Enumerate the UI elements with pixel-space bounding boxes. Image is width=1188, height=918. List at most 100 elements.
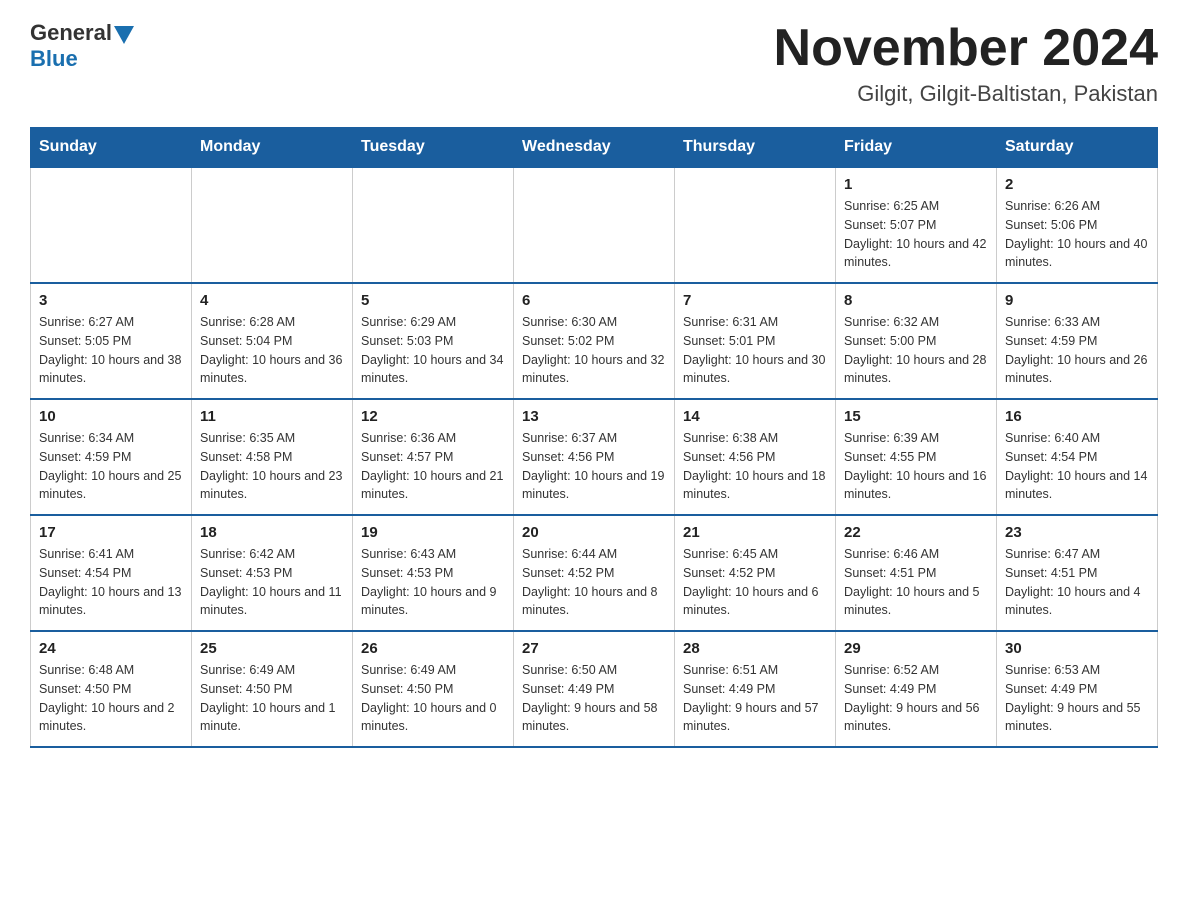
day-number: 8 <box>844 292 988 309</box>
day-number: 30 <box>1005 640 1149 657</box>
day-number: 2 <box>1005 176 1149 193</box>
day-info: Sunrise: 6:41 AM Sunset: 4:54 PM Dayligh… <box>39 545 183 620</box>
weekday-header-friday: Friday <box>836 128 997 168</box>
day-info: Sunrise: 6:28 AM Sunset: 5:04 PM Dayligh… <box>200 313 344 388</box>
calendar-cell: 9Sunrise: 6:33 AM Sunset: 4:59 PM Daylig… <box>997 283 1158 399</box>
calendar-cell <box>514 167 675 283</box>
logo-blue: Blue <box>30 46 134 72</box>
calendar-week-row: 24 Sunrise: 6:48 AM Sunset: 4:50 PM Dayli… <box>31 631 1158 747</box>
logo-general: General <box>30 20 112 46</box>
day-info: Sunrise: 6:40 AM Sunset: 4:54 PM Dayligh… <box>1005 429 1149 504</box>
day-info: Sunrise: 6:51 AM Sunset: 4:49 PM Dayligh… <box>683 661 827 736</box>
calendar-cell <box>675 167 836 283</box>
logo: General Blue <box>30 20 134 72</box>
day-number: 29 <box>844 640 988 657</box>
location-title: Gilgit, Gilgit-Baltistan, Pakistan <box>774 81 1158 107</box>
day-info: Sunrise: 6:34 AM Sunset: 4:59 PM Dayligh… <box>39 429 183 504</box>
calendar-cell: 19Sunrise: 6:43 AM Sunset: 4:53 PM Dayli… <box>353 515 514 631</box>
calendar-week-row: 3 Sunrise: 6:27 AM Sunset: 5:05 PM Daylig… <box>31 283 1158 399</box>
calendar-cell: 4Sunrise: 6:28 AM Sunset: 5:04 PM Daylig… <box>192 283 353 399</box>
calendar-cell: 12 Sunrise: 6:36 AM Sunset: 4:57 PM Dayli… <box>353 399 514 515</box>
calendar-cell: 22 Sunrise: 6:46 AM Sunset: 4:51 PM Dayli… <box>836 515 997 631</box>
day-info: Sunrise: 6:46 AM Sunset: 4:51 PM Dayligh… <box>844 545 988 620</box>
day-number: 3 <box>39 292 183 309</box>
calendar-cell: 7 Sunrise: 6:31 AM Sunset: 5:01 PM Daylig… <box>675 283 836 399</box>
calendar-cell: 1 Sunrise: 6:25 AM Sunset: 5:07 PM Daylig… <box>836 167 997 283</box>
day-number: 17 <box>39 524 183 541</box>
day-number: 27 <box>522 640 666 657</box>
day-number: 28 <box>683 640 827 657</box>
day-info: Sunrise: 6:43 AM Sunset: 4:53 PM Dayligh… <box>361 545 505 620</box>
day-info: Sunrise: 6:36 AM Sunset: 4:57 PM Dayligh… <box>361 429 505 504</box>
calendar-week-row: 1 Sunrise: 6:25 AM Sunset: 5:07 PM Daylig… <box>31 167 1158 283</box>
calendar-cell: 3 Sunrise: 6:27 AM Sunset: 5:05 PM Daylig… <box>31 283 192 399</box>
calendar-cell: 2 Sunrise: 6:26 AM Sunset: 5:06 PM Daylig… <box>997 167 1158 283</box>
day-info: Sunrise: 6:29 AM Sunset: 5:03 PM Dayligh… <box>361 313 505 388</box>
day-info: Sunrise: 6:48 AM Sunset: 4:50 PM Dayligh… <box>39 661 183 736</box>
day-number: 26 <box>361 640 505 657</box>
day-number: 22 <box>844 524 988 541</box>
day-info: Sunrise: 6:50 AM Sunset: 4:49 PM Dayligh… <box>522 661 666 736</box>
day-info: Sunrise: 6:39 AM Sunset: 4:55 PM Dayligh… <box>844 429 988 504</box>
calendar-cell: 10 Sunrise: 6:34 AM Sunset: 4:59 PM Dayli… <box>31 399 192 515</box>
calendar-week-row: 17 Sunrise: 6:41 AM Sunset: 4:54 PM Dayli… <box>31 515 1158 631</box>
day-info: Sunrise: 6:33 AM Sunset: 4:59 PM Dayligh… <box>1005 313 1149 388</box>
day-info: Sunrise: 6:25 AM Sunset: 5:07 PM Dayligh… <box>844 197 988 272</box>
day-number: 5 <box>361 292 505 309</box>
day-info: Sunrise: 6:35 AM Sunset: 4:58 PM Dayligh… <box>200 429 344 504</box>
day-number: 15 <box>844 408 988 425</box>
calendar-cell: 17 Sunrise: 6:41 AM Sunset: 4:54 PM Dayli… <box>31 515 192 631</box>
calendar-cell: 5 Sunrise: 6:29 AM Sunset: 5:03 PM Daylig… <box>353 283 514 399</box>
day-number: 1 <box>844 176 988 193</box>
title-block: November 2024 Gilgit, Gilgit-Baltistan, … <box>774 20 1158 107</box>
day-info: Sunrise: 6:53 AM Sunset: 4:49 PM Dayligh… <box>1005 661 1149 736</box>
calendar-cell: 29 Sunrise: 6:52 AM Sunset: 4:49 PM Dayli… <box>836 631 997 747</box>
day-number: 13 <box>522 408 666 425</box>
day-info: Sunrise: 6:37 AM Sunset: 4:56 PM Dayligh… <box>522 429 666 504</box>
calendar-cell <box>353 167 514 283</box>
day-number: 23 <box>1005 524 1149 541</box>
calendar-cell: 28 Sunrise: 6:51 AM Sunset: 4:49 PM Dayli… <box>675 631 836 747</box>
calendar-header-row: SundayMondayTuesdayWednesdayThursdayFrid… <box>31 128 1158 168</box>
calendar-cell: 25Sunrise: 6:49 AM Sunset: 4:50 PM Dayli… <box>192 631 353 747</box>
calendar-cell <box>192 167 353 283</box>
page-header: General Blue November 2024 Gilgit, Gilgi… <box>30 20 1158 107</box>
weekday-header-wednesday: Wednesday <box>514 128 675 168</box>
calendar-week-row: 10 Sunrise: 6:34 AM Sunset: 4:59 PM Dayli… <box>31 399 1158 515</box>
calendar-cell: 8 Sunrise: 6:32 AM Sunset: 5:00 PM Daylig… <box>836 283 997 399</box>
calendar-cell: 14 Sunrise: 6:38 AM Sunset: 4:56 PM Dayli… <box>675 399 836 515</box>
calendar-cell: 27 Sunrise: 6:50 AM Sunset: 4:49 PM Dayli… <box>514 631 675 747</box>
calendar-cell: 13 Sunrise: 6:37 AM Sunset: 4:56 PM Dayli… <box>514 399 675 515</box>
day-info: Sunrise: 6:47 AM Sunset: 4:51 PM Dayligh… <box>1005 545 1149 620</box>
day-number: 25 <box>200 640 344 657</box>
day-info: Sunrise: 6:45 AM Sunset: 4:52 PM Dayligh… <box>683 545 827 620</box>
calendar-cell <box>31 167 192 283</box>
calendar-cell: 20Sunrise: 6:44 AM Sunset: 4:52 PM Dayli… <box>514 515 675 631</box>
calendar-table: SundayMondayTuesdayWednesdayThursdayFrid… <box>30 127 1158 748</box>
day-info: Sunrise: 6:49 AM Sunset: 4:50 PM Dayligh… <box>361 661 505 736</box>
calendar-cell: 11Sunrise: 6:35 AM Sunset: 4:58 PM Dayli… <box>192 399 353 515</box>
weekday-header-thursday: Thursday <box>675 128 836 168</box>
day-number: 20 <box>522 524 666 541</box>
day-info: Sunrise: 6:42 AM Sunset: 4:53 PM Dayligh… <box>200 545 344 620</box>
day-number: 12 <box>361 408 505 425</box>
calendar-cell: 23 Sunrise: 6:47 AM Sunset: 4:51 PM Dayli… <box>997 515 1158 631</box>
calendar-cell: 21Sunrise: 6:45 AM Sunset: 4:52 PM Dayli… <box>675 515 836 631</box>
weekday-header-tuesday: Tuesday <box>353 128 514 168</box>
calendar-cell: 16Sunrise: 6:40 AM Sunset: 4:54 PM Dayli… <box>997 399 1158 515</box>
day-number: 14 <box>683 408 827 425</box>
day-info: Sunrise: 6:27 AM Sunset: 5:05 PM Dayligh… <box>39 313 183 388</box>
day-info: Sunrise: 6:38 AM Sunset: 4:56 PM Dayligh… <box>683 429 827 504</box>
calendar-cell: 26 Sunrise: 6:49 AM Sunset: 4:50 PM Dayli… <box>353 631 514 747</box>
day-number: 7 <box>683 292 827 309</box>
day-info: Sunrise: 6:31 AM Sunset: 5:01 PM Dayligh… <box>683 313 827 388</box>
day-info: Sunrise: 6:32 AM Sunset: 5:00 PM Dayligh… <box>844 313 988 388</box>
day-number: 10 <box>39 408 183 425</box>
day-info: Sunrise: 6:26 AM Sunset: 5:06 PM Dayligh… <box>1005 197 1149 272</box>
day-number: 24 <box>39 640 183 657</box>
calendar-cell: 30 Sunrise: 6:53 AM Sunset: 4:49 PM Dayli… <box>997 631 1158 747</box>
logo-triangle-icon <box>114 26 134 44</box>
calendar-cell: 6Sunrise: 6:30 AM Sunset: 5:02 PM Daylig… <box>514 283 675 399</box>
day-number: 18 <box>200 524 344 541</box>
day-info: Sunrise: 6:52 AM Sunset: 4:49 PM Dayligh… <box>844 661 988 736</box>
